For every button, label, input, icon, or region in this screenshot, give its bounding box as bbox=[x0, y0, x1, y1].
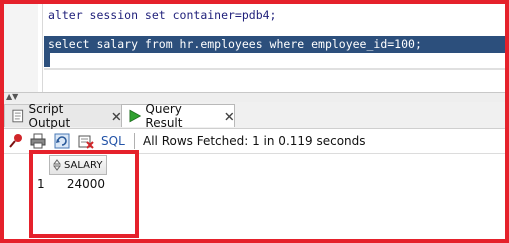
pin-icon[interactable] bbox=[8, 133, 24, 149]
highlight-frame-right bbox=[505, 0, 509, 243]
sql-editor[interactable]: alter session set container=pdb4; select… bbox=[4, 4, 505, 92]
gutter-divider bbox=[42, 4, 43, 92]
close-icon[interactable] bbox=[112, 112, 121, 121]
tab-label: Query Result bbox=[145, 102, 183, 130]
export-icon[interactable] bbox=[78, 133, 94, 149]
script-output-icon bbox=[12, 109, 24, 123]
fetch-status-text: All Rows Fetched: 1 in 0.119 seconds bbox=[143, 134, 366, 148]
tab-label: Script Output bbox=[28, 102, 71, 130]
highlight-frame-bottom bbox=[0, 239, 509, 243]
print-icon[interactable] bbox=[30, 133, 46, 149]
editor-scrollbar[interactable] bbox=[44, 68, 505, 70]
editor-gutter bbox=[4, 4, 38, 92]
selection-tail bbox=[44, 53, 50, 67]
code-line[interactable]: alter session set container=pdb4; bbox=[48, 8, 276, 23]
close-icon[interactable] bbox=[225, 112, 234, 121]
code-line-selected[interactable]: select salary from hr.employees where em… bbox=[48, 37, 422, 52]
tab-query-result[interactable]: Query Result bbox=[121, 102, 235, 130]
toolbar-separator bbox=[134, 133, 135, 149]
run-query-icon bbox=[129, 109, 142, 123]
result-highlight-box bbox=[29, 150, 139, 238]
refresh-icon[interactable] bbox=[54, 133, 70, 149]
sql-button[interactable]: SQL bbox=[101, 134, 125, 148]
tab-script-output[interactable]: Script Output bbox=[4, 102, 122, 130]
splitter-arrows-icon[interactable]: ▲▼ bbox=[6, 92, 18, 102]
